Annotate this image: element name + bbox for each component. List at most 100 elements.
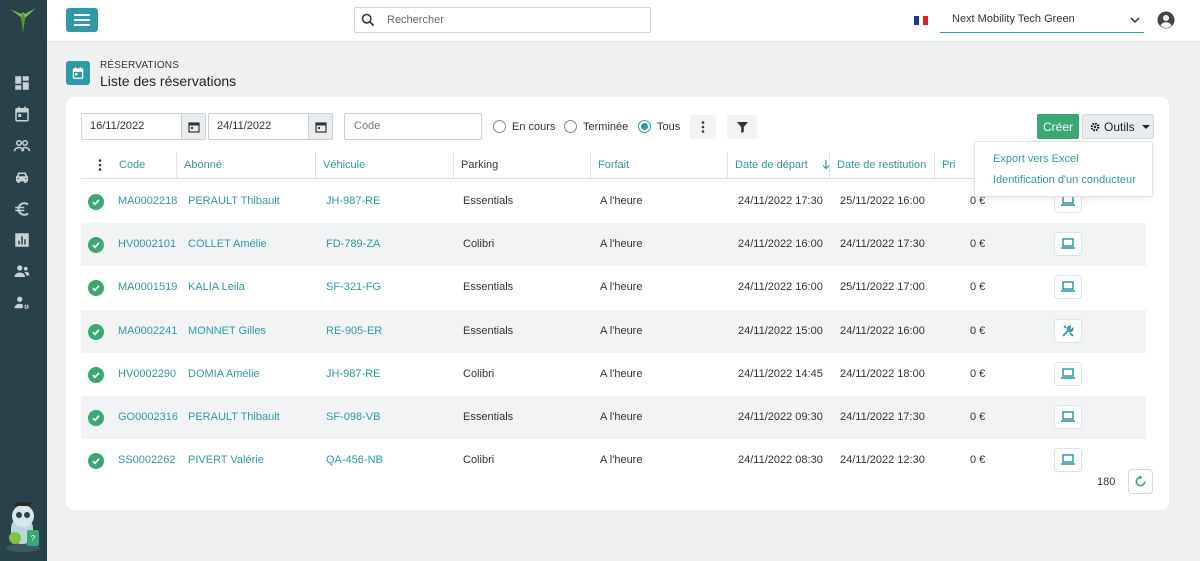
- car-icon[interactable]: [13, 168, 31, 186]
- table-row[interactable]: HV0002290 DOMIA Amélie JH-987-RE Colibri A l…: [81, 353, 1146, 396]
- code-input[interactable]: [354, 120, 474, 132]
- cell-code[interactable]: MA0002218: [118, 180, 177, 223]
- date-from-picker-button[interactable]: [181, 114, 205, 139]
- cell-code[interactable]: MA0001519: [118, 266, 177, 309]
- filter-button[interactable]: [727, 115, 757, 139]
- top-bar: Next Mobility Tech Green: [47, 0, 1200, 42]
- details-button[interactable]: [1054, 448, 1082, 472]
- laptop-icon: [1060, 237, 1076, 251]
- cell-parking: Colibri: [463, 368, 495, 380]
- users-icon[interactable]: [13, 137, 31, 155]
- calendar-icon[interactable]: [13, 105, 31, 123]
- column-header-depart[interactable]: Date de départ: [727, 152, 808, 178]
- refresh-button[interactable]: [1128, 469, 1153, 494]
- breadcrumb: RÉSERVATIONS: [100, 60, 180, 71]
- date-to-field[interactable]: [208, 113, 333, 140]
- cell-vehicule[interactable]: JH-987-RE: [326, 353, 380, 396]
- column-header-forfait[interactable]: Forfait: [590, 152, 629, 178]
- mascot-icon[interactable]: ?: [2, 500, 44, 552]
- cell-vehicule[interactable]: SF-098-VB: [326, 396, 380, 439]
- table-row[interactable]: GO0002316 PERAULT Thibault SF-098-VB Essent…: [81, 396, 1146, 439]
- more-options-button[interactable]: [690, 115, 716, 139]
- calendar-icon: [314, 121, 327, 133]
- tools-button[interactable]: Outils: [1082, 114, 1154, 139]
- cell-parking: Colibri: [463, 238, 495, 250]
- column-header-prix[interactable]: Pri: [934, 152, 955, 178]
- chart-icon[interactable]: [13, 231, 31, 249]
- cell-abonne[interactable]: PERAULT Thibault: [188, 180, 280, 223]
- cell-vehicule[interactable]: JH-987-RE: [326, 180, 380, 223]
- dashboard-icon[interactable]: [13, 74, 31, 92]
- laptop-icon: [1060, 280, 1076, 294]
- radio-label: Terminée: [583, 120, 629, 133]
- cell-code[interactable]: HV0002290: [118, 353, 176, 396]
- date-from-field[interactable]: [81, 113, 206, 140]
- column-header-code[interactable]: Code: [112, 152, 145, 178]
- cell-depart: 24/11/2022 17:30: [738, 195, 823, 207]
- search-input[interactable]: [387, 12, 637, 28]
- cell-parking: Essentials: [463, 325, 514, 337]
- column-header-abonne[interactable]: Abonné: [176, 152, 222, 178]
- menu-toggle-button[interactable]: [66, 8, 98, 32]
- cell-abonne[interactable]: KALIA Leila: [188, 266, 245, 309]
- cell-code[interactable]: HV0002101: [118, 223, 176, 266]
- hamburger-icon: [74, 14, 90, 26]
- code-field[interactable]: [344, 113, 482, 140]
- cell-code[interactable]: GO0002316: [118, 396, 178, 439]
- date-to-picker-button[interactable]: [308, 114, 332, 139]
- cell-abonne[interactable]: COLLET Amélie: [188, 223, 267, 266]
- user-settings-icon[interactable]: [13, 294, 31, 312]
- cell-vehicule[interactable]: SF-321-FG: [326, 266, 381, 309]
- cell-vehicule[interactable]: RE-905-ER: [326, 310, 382, 353]
- radio-tous[interactable]: Tous: [638, 120, 680, 133]
- details-button[interactable]: [1054, 405, 1082, 429]
- cell-prix: 0 €: [970, 454, 986, 466]
- details-button[interactable]: [1054, 232, 1082, 256]
- status-check-icon: [88, 410, 104, 426]
- column-header-restitution[interactable]: Date de restitution: [829, 152, 926, 178]
- radio-dot[interactable]: [564, 120, 577, 133]
- table-row[interactable]: MA0002241 MONNET Gilles RE-905-ER Essential…: [81, 310, 1146, 353]
- column-options-icon[interactable]: [98, 159, 102, 174]
- tools-label: Outils: [1104, 119, 1135, 134]
- menu-item-export-excel[interactable]: Export vers Excel: [993, 153, 1079, 165]
- cell-depart: 24/11/2022 09:30: [738, 411, 823, 423]
- cell-code[interactable]: SS0002262: [118, 439, 176, 482]
- date-to-input[interactable]: [217, 120, 307, 132]
- radio-dot[interactable]: [638, 120, 651, 133]
- caret-down-icon: [1141, 124, 1150, 129]
- maintenance-button[interactable]: [1054, 319, 1082, 343]
- create-button[interactable]: Créer: [1037, 114, 1079, 139]
- table-row[interactable]: HV0002101 COLLET Amélie FD-789-ZA Colibri A …: [81, 223, 1146, 266]
- search-icon: [361, 13, 375, 27]
- tools-icon: [1060, 324, 1076, 338]
- details-button[interactable]: [1054, 275, 1082, 299]
- company-select[interactable]: Next Mobility Tech Green: [940, 6, 1144, 33]
- cell-code[interactable]: MA0002241: [118, 310, 177, 353]
- cell-vehicule[interactable]: FD-789-ZA: [326, 223, 380, 266]
- account-icon[interactable]: [1157, 11, 1175, 29]
- cell-forfait: A l'heure: [600, 238, 643, 250]
- cell-abonne[interactable]: PERAULT Thibault: [188, 396, 280, 439]
- cell-abonne[interactable]: DOMIA Amélie: [188, 353, 260, 396]
- cell-forfait: A l'heure: [600, 325, 643, 337]
- cell-abonne[interactable]: PIVERT Valérie: [188, 439, 264, 482]
- radio-terminee[interactable]: Terminée: [564, 120, 628, 133]
- radio-en-cours[interactable]: En cours: [493, 120, 555, 133]
- fr-flag-icon[interactable]: [914, 16, 929, 25]
- radio-dot[interactable]: [493, 120, 506, 133]
- cell-depart: 24/11/2022 14:45: [738, 368, 823, 380]
- user-group-icon[interactable]: [13, 262, 31, 280]
- app-logo[interactable]: [8, 6, 38, 34]
- details-button[interactable]: [1054, 362, 1082, 386]
- column-header-vehicule[interactable]: Véhicule: [315, 152, 365, 178]
- search-box[interactable]: [354, 7, 651, 33]
- menu-item-identify-driver[interactable]: Identification d'un conducteur: [993, 174, 1136, 186]
- date-from-input[interactable]: [90, 120, 180, 132]
- cell-abonne[interactable]: MONNET Gilles: [188, 310, 266, 353]
- euro-icon[interactable]: [13, 200, 31, 218]
- table-row[interactable]: MA0001519 KALIA Leila SF-321-FG Essentials A…: [81, 266, 1146, 309]
- cell-vehicule[interactable]: QA-456-NB: [326, 439, 383, 482]
- cell-restitution: 25/11/2022 16:00: [840, 195, 925, 207]
- table-row[interactable]: SS0002262 PIVERT Valérie QA-456-NB Colibri A…: [81, 439, 1146, 482]
